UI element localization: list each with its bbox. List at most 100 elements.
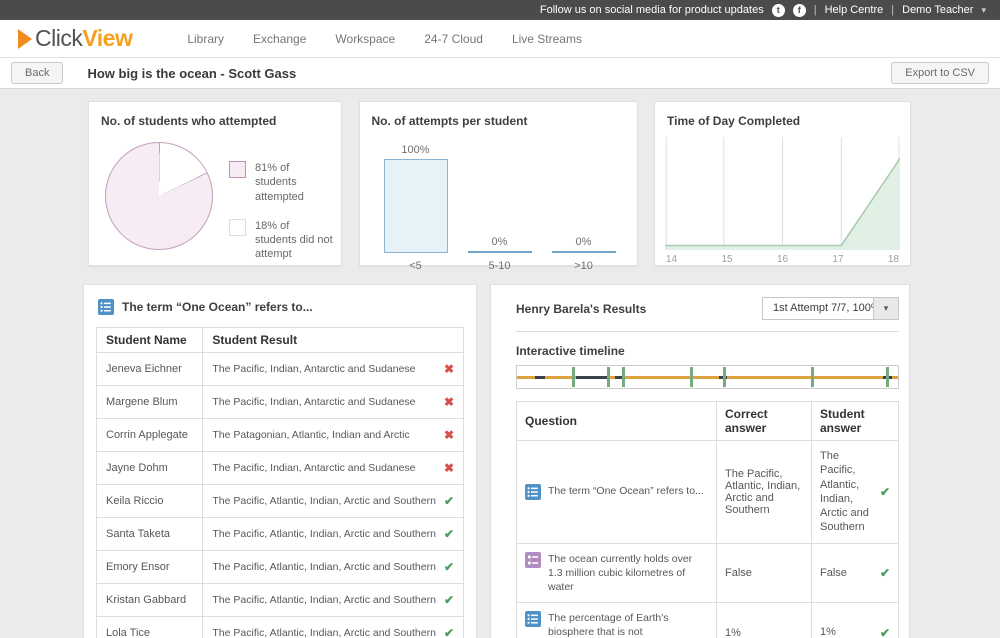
twitter-icon[interactable]: t [772,4,785,17]
student-row: Emory EnsorThe Pacific, Atlantic, Indian… [97,551,464,584]
attempt-select[interactable]: 1st Attempt 7/7, 100% ▾ [762,297,899,320]
student-results-card: Henry Barela's Results 1st Attempt 7/7, … [490,284,910,638]
student-name: Keila Riccio [97,485,203,518]
multiple-choice-icon [525,611,541,627]
user-menu[interactable]: Demo Teacher [902,4,973,16]
separator: | [814,4,817,16]
nav-item-live-streams[interactable]: Live Streams [512,32,582,46]
watched-segment [615,376,621,379]
check-icon: ✔ [880,626,890,638]
legend-label: 81% of students attempted [255,161,333,204]
cross-icon: ✖ [444,362,454,376]
bar-column: 0% >10 [542,130,626,276]
logo-text-view: View [82,25,132,52]
bar-value-label: 0% [576,236,592,248]
student-name: Corrin Applegate [97,419,203,452]
legend-item: 18% of students did not attempt [229,219,333,262]
student-name: Margene Blum [97,386,203,419]
interactive-timeline-label: Interactive timeline [516,344,899,358]
column-header-student-result: Student Result [203,328,464,353]
bar-value-label: 0% [492,236,508,248]
student-row: Corrin ApplegateThe Patagonian, Atlantic… [97,419,464,452]
correct-answer-cell: False [717,543,812,603]
student-name: Emory Ensor [97,551,203,584]
cross-icon: ✖ [444,461,454,475]
correct-answer-cell: 1% [717,603,812,638]
student-result-cell: The Patagonian, Atlantic, Indian and Arc… [203,419,464,452]
pie-chart [105,142,213,250]
question-marker-icon[interactable] [886,367,889,387]
check-icon: ✔ [444,494,454,508]
card-students-attempted: No. of students who attempted 81% of stu… [88,101,342,266]
cross-icon: ✖ [444,395,454,409]
student-result-cell: The Pacific, Atlantic, Indian, Arctic an… [203,617,464,638]
bar-column: 0% 5-10 [458,130,542,276]
toolbar: Back How big is the ocean - Scott Gass E… [0,58,1000,89]
question-marker-icon[interactable] [622,367,625,387]
help-centre-link[interactable]: Help Centre [825,4,884,16]
card-title: No. of attempts per student [360,102,637,128]
topbar: Follow us on social media for product up… [0,0,1000,20]
question-marker-icon[interactable] [607,367,610,387]
student-name: Jeneva Eichner [97,353,203,386]
question-results-card: The term “One Ocean” refers to... Studen… [83,284,477,638]
back-button[interactable]: Back [11,62,63,84]
bar-value-label: 100% [401,144,429,156]
correct-answer-cell: The Pacific, Atlantic, Indian, Arctic an… [717,441,812,544]
column-header-student-answer: Student answer [812,402,899,441]
nav-item-exchange[interactable]: Exchange [253,32,306,46]
student-row: Margene BlumThe Pacific, Indian, Antarct… [97,386,464,419]
bar-category-label: >10 [574,260,593,276]
interactive-timeline[interactable] [516,365,899,389]
nav-item-24-7-cloud[interactable]: 24-7 Cloud [424,32,483,46]
clickview-logo[interactable]: Click View [18,25,132,52]
legend-label: 18% of students did not attempt [255,219,333,262]
student-result-cell: The Pacific, Atlantic, Indian, Arctic an… [203,584,464,617]
card-title: No. of students who attempted [89,102,341,128]
student-result-cell: The Pacific, Atlantic, Indian, Arctic an… [203,518,464,551]
hour-label: 18 [888,254,899,265]
bar-chart: 100%<50%5-100%>10 [360,128,637,276]
multiple-choice-icon [98,299,114,315]
caret-down-icon[interactable]: ▾ [981,5,986,16]
check-icon: ✔ [444,560,454,574]
student-answer-cell: False✔ [812,543,899,603]
check-icon: ✔ [444,593,454,607]
bar [552,251,616,253]
column-header-correct-answer: Correct answer [717,402,812,441]
bar-category-label: 5-10 [488,260,510,276]
column-header-student-name: Student Name [97,328,203,353]
question-row: The percentage of Earth's biosphere that… [517,603,899,638]
student-row: Lola TiceThe Pacific, Atlantic, Indian, … [97,617,464,638]
student-result-cell: The Pacific, Indian, Antarctic and Sudan… [203,452,464,485]
student-row: Kristan GabbardThe Pacific, Atlantic, In… [97,584,464,617]
student-answer-text: False [820,566,847,580]
student-result: The Pacific, Indian, Antarctic and Sudan… [212,363,415,375]
student-name: Kristan Gabbard [97,584,203,617]
question-marker-icon[interactable] [572,367,575,387]
nav-item-workspace[interactable]: Workspace [335,32,395,46]
student-result-cell: The Pacific, Atlantic, Indian, Arctic an… [203,551,464,584]
card-attempts-per-student: No. of attempts per student 100%<50%5-10… [359,101,638,266]
question-marker-icon[interactable] [690,367,693,387]
export-csv-button[interactable]: Export to CSV [891,62,989,84]
question-marker-icon[interactable] [723,367,726,387]
cross-icon: ✖ [444,428,454,442]
hour-label: 14 [666,254,677,265]
student-result: The Pacific, Atlantic, Indian, Arctic an… [212,495,436,507]
question-text: The ocean currently holds over 1.3 milli… [548,552,708,595]
nav-item-library[interactable]: Library [187,32,224,46]
student-name: Jayne Dohm [97,452,203,485]
hour-label: 15 [721,254,732,265]
student-row: Keila Riccio The Pacific, Atlantic, India… [97,485,464,518]
student-result-cell: The Pacific, Indian, Antarctic and Sudan… [203,353,464,386]
facebook-icon[interactable]: f [793,4,806,17]
pie-legend: 81% of students attempted 18% of student… [229,161,333,262]
table-header-row: Student Name Student Result [97,328,464,353]
question-marker-icon[interactable] [811,367,814,387]
hour-label: 16 [777,254,788,265]
student-results-title: Henry Barela's Results [516,302,646,316]
true-false-icon [525,552,541,568]
student-answer-cell: 1%✔ [812,603,899,638]
multiple-choice-icon [525,484,541,500]
